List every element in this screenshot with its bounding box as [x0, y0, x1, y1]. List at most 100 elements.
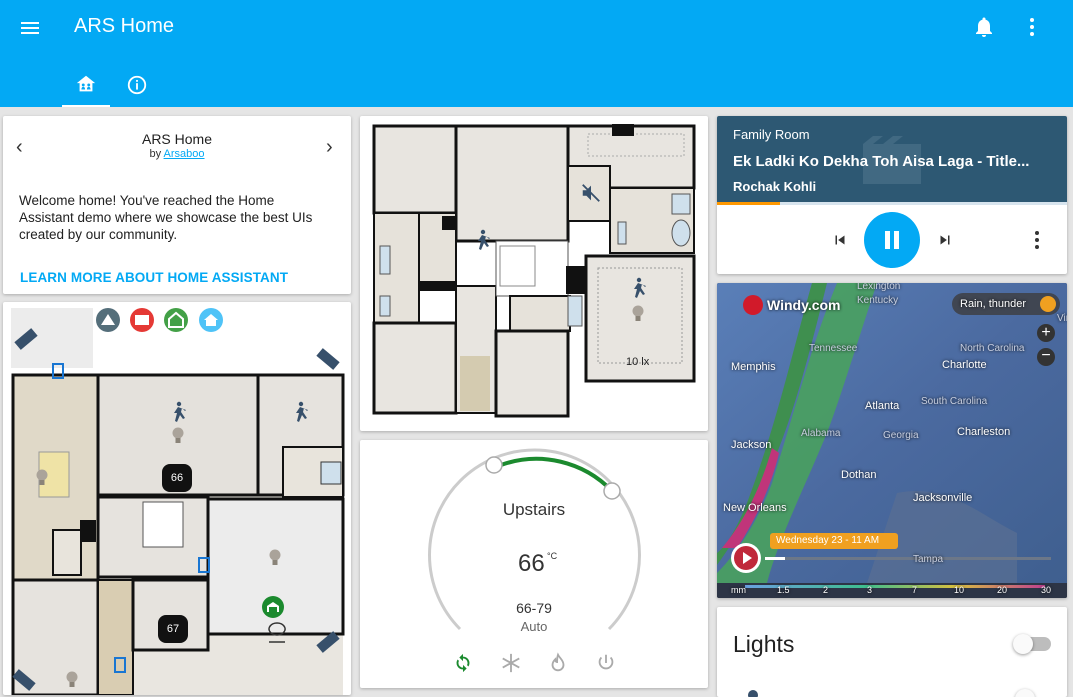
overlay-selector[interactable]: Rain, thunder	[952, 293, 1060, 315]
garage-icon[interactable]	[163, 307, 189, 333]
windy-brand: Windy.com	[767, 297, 841, 313]
media-title: Ek Ladki Ko Dekha Toh Aisa Laga - Title.…	[733, 153, 1030, 170]
motion-sensor-icon	[174, 401, 186, 422]
lightbulb-icon[interactable]	[65, 670, 79, 690]
light-entity-icon	[748, 690, 758, 697]
media-header: Family Room Ek Ladki Ko Dekha Toh Aisa L…	[717, 116, 1067, 202]
scale-tick: 1.5	[777, 585, 790, 595]
lux-reading: 10 lx	[626, 356, 650, 368]
intro-title: ARS Home	[141, 131, 213, 147]
welcome-text: Welcome home! You've reached the Home As…	[19, 193, 313, 242]
info-icon	[127, 75, 147, 94]
thermostat-card: Upstairs 66 °C 66-79 Auto	[360, 440, 708, 688]
intro-card: ‹ › ARS Home by Arsaboo Welcome home! Yo…	[3, 116, 351, 294]
media-artist: Rochak Kohli	[733, 179, 817, 194]
thermostat-badge-a[interactable]: 66	[162, 464, 192, 492]
place-label: Tampa	[913, 554, 944, 565]
auto-mode-icon[interactable]	[452, 652, 474, 674]
overlay-label: Rain, thunder	[960, 298, 1027, 310]
heat-mode-icon[interactable]	[547, 652, 569, 674]
media-more-icon[interactable]	[1025, 228, 1049, 252]
place-label: Atlanta	[865, 400, 900, 412]
target-range: 66-79	[516, 600, 552, 616]
motion-sensor-icon	[296, 401, 308, 422]
windy-map-card[interactable]: Windy.com Rain, thunder + − Lexington Ke…	[717, 283, 1067, 598]
muted-speaker-icon[interactable]	[580, 182, 602, 204]
tab-home[interactable]	[62, 62, 110, 107]
lightbulb-icon[interactable]	[171, 426, 185, 446]
timeline-play-button[interactable]	[731, 543, 761, 573]
temperature-unit: °C	[547, 551, 558, 561]
lights-master-toggle[interactable]	[1013, 634, 1051, 654]
place-label: South Carolina	[921, 396, 988, 407]
scale-tick: 7	[912, 585, 918, 595]
place-label: Charlotte	[942, 359, 987, 371]
more-options-icon[interactable]	[1020, 15, 1044, 39]
home-group-icon	[76, 75, 96, 91]
lightbulb-icon[interactable]	[631, 304, 645, 324]
place-label: Alabama	[801, 428, 841, 439]
menu-icon[interactable]	[18, 16, 42, 40]
scale-tick: 20	[997, 585, 1008, 595]
previous-track-icon[interactable]	[831, 231, 849, 249]
garage-door-icon[interactable]	[260, 594, 286, 620]
media-player-card: Family Room Ek Ladki Ko Dekha Toh Aisa L…	[717, 116, 1067, 274]
place-label: Jacksonville	[913, 492, 973, 504]
learn-more-button[interactable]: LEARN MORE ABOUT HOME ASSISTANT	[20, 270, 288, 285]
lights-title: Lights	[733, 631, 795, 657]
place-label: Tennessee	[809, 343, 858, 354]
byline-prefix: by	[149, 148, 162, 160]
media-room: Family Room	[733, 127, 810, 142]
place-label: Kentucky	[857, 295, 899, 306]
lights-card: Lights	[717, 607, 1067, 697]
lightbulb-icon[interactable]	[268, 548, 282, 568]
place-label: Jackson	[731, 439, 772, 451]
tab-info[interactable]	[113, 62, 161, 107]
pause-icon	[885, 231, 899, 249]
play-pause-button[interactable]	[864, 212, 920, 268]
windy-logo-icon	[743, 295, 763, 315]
high-setpoint-handle[interactable]	[603, 482, 621, 500]
thermostat-name: Upstairs	[502, 500, 566, 519]
play-triangle-icon	[743, 552, 752, 564]
place-label: Dothan	[841, 469, 877, 481]
scale-tick: 3	[867, 585, 873, 595]
media-progress-bar[interactable]	[717, 202, 1067, 205]
ha-device-icon[interactable]	[95, 307, 121, 333]
power-off-icon[interactable]	[595, 652, 617, 674]
zoom-in-button[interactable]: +	[1037, 324, 1055, 342]
app-toolbar: ARS Home	[0, 0, 1073, 107]
timeline-time: Wednesday 23 - 11 AM	[776, 535, 880, 546]
upstairs-floorplan-card: 10 lx	[360, 116, 708, 431]
tv-icon[interactable]	[129, 307, 155, 333]
scale-unit: mm	[731, 585, 746, 595]
intro-byline: by Arsaboo	[3, 148, 351, 160]
toggle-knob	[1013, 634, 1033, 654]
place-label: Charleston	[957, 426, 1011, 438]
lightbulb-icon[interactable]	[35, 468, 49, 488]
downstairs-floorplan-card: 66 67	[3, 302, 351, 695]
motion-sensor-icon	[634, 277, 646, 298]
next-track-icon[interactable]	[936, 231, 954, 249]
light-entity-toggle[interactable]	[1015, 689, 1035, 697]
media-progress-fill	[717, 202, 780, 205]
thermostat-badge-b[interactable]: 67	[158, 615, 188, 643]
home-icon[interactable]	[198, 307, 224, 333]
place-label: Vir	[1057, 313, 1067, 324]
timeline-time-badge: Wednesday 23 - 11 AM	[770, 533, 898, 549]
motion-sensor-icon	[478, 229, 490, 250]
notifications-bell-icon[interactable]	[972, 15, 996, 39]
scale-tick: 2	[823, 585, 829, 595]
author-link[interactable]: Arsaboo	[164, 148, 205, 160]
place-label: New Orleans	[723, 502, 787, 514]
cool-mode-icon[interactable]	[500, 652, 522, 674]
upstairs-floorplan	[372, 124, 696, 418]
rain-icon	[1040, 296, 1056, 312]
app-title: ARS Home	[74, 15, 175, 37]
current-temperature: 66	[518, 550, 545, 577]
place-label: Georgia	[883, 430, 919, 441]
place-label: Lexington	[857, 283, 901, 292]
zoom-out-button[interactable]: −	[1037, 348, 1055, 366]
low-setpoint-handle[interactable]	[485, 456, 503, 474]
hvac-mode: Auto	[520, 619, 548, 634]
